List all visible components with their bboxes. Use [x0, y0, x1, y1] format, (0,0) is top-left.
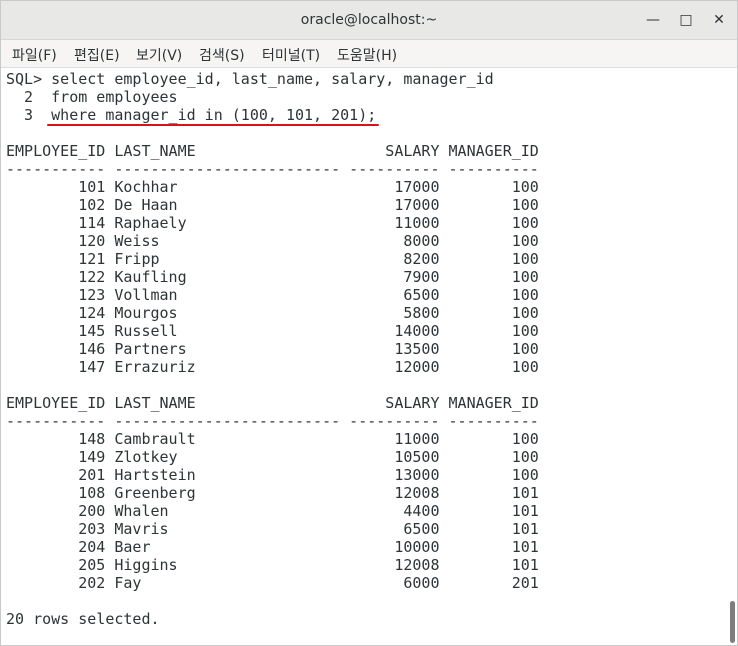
menu-search[interactable]: 검색(S): [199, 45, 245, 65]
close-button[interactable]: ✕: [709, 10, 729, 30]
table-row: 145 Russell 14000 100: [6, 322, 539, 340]
table-row: 146 Partners 13500 100: [6, 340, 539, 358]
column-separator: ----------- ------------------------- --…: [6, 160, 539, 178]
table-row: 203 Mavris 6500 101: [6, 520, 539, 538]
sql-line-2: 2 from employees: [6, 88, 178, 106]
sql-prompt-line: SQL> select employee_id, last_name, sala…: [6, 70, 494, 88]
rows-selected-footer: 20 rows selected.: [6, 610, 160, 628]
menu-file[interactable]: 파일(F): [12, 45, 57, 65]
terminal-window: oracle@localhost:~ — □ ✕ 파일(F) 편집(E) 보기(…: [0, 0, 738, 646]
table-row: 114 Raphaely 11000 100: [6, 214, 539, 232]
menu-edit[interactable]: 편집(E): [74, 45, 120, 65]
table-row: 147 Errazuriz 12000 100: [6, 358, 539, 376]
scrollbar-track[interactable]: [725, 68, 737, 645]
red-underline-annotation: [47, 124, 379, 126]
column-header-2: EMPLOYEE_ID LAST_NAME SALARY MANAGER_ID: [6, 394, 539, 412]
column-separator-2: ----------- ------------------------- --…: [6, 412, 539, 430]
scrollbar-thumb[interactable]: [730, 601, 735, 643]
table-row: 149 Zlotkey 10500 100: [6, 448, 539, 466]
menu-view[interactable]: 보기(V): [136, 45, 182, 65]
table-row: 123 Vollman 6500 100: [6, 286, 539, 304]
table-row: 204 Baer 10000 101: [6, 538, 539, 556]
minimize-button[interactable]: —: [643, 10, 663, 30]
menu-bar: 파일(F) 편집(E) 보기(V) 검색(S) 터미널(T) 도움말(H): [1, 40, 737, 68]
sql-line-3: 3 where manager_id in (100, 101, 201);: [6, 106, 377, 124]
table-row: 101 Kochhar 17000 100: [6, 178, 539, 196]
column-header: EMPLOYEE_ID LAST_NAME SALARY MANAGER_ID: [6, 142, 539, 160]
table-row: 108 Greenberg 12008 101: [6, 484, 539, 502]
table-row: 121 Fripp 8200 100: [6, 250, 539, 268]
terminal-output[interactable]: SQL> select employee_id, last_name, sala…: [1, 68, 725, 645]
table-row: 148 Cambrault 11000 100: [6, 430, 539, 448]
table-row: 102 De Haan 17000 100: [6, 196, 539, 214]
table-row: 200 Whalen 4400 101: [6, 502, 539, 520]
menu-terminal[interactable]: 터미널(T): [262, 45, 320, 65]
table-row: 201 Hartstein 13000 100: [6, 466, 539, 484]
window-title: oracle@localhost:~: [300, 12, 438, 28]
table-row: 205 Higgins 12008 101: [6, 556, 539, 574]
table-row: 124 Mourgos 5800 100: [6, 304, 539, 322]
table-row: 122 Kaufling 7900 100: [6, 268, 539, 286]
title-bar[interactable]: oracle@localhost:~ — □ ✕: [1, 1, 737, 40]
table-row: 120 Weiss 8000 100: [6, 232, 539, 250]
menu-help[interactable]: 도움말(H): [337, 45, 397, 65]
maximize-button[interactable]: □: [676, 10, 696, 30]
table-row: 202 Fay 6000 201: [6, 574, 539, 592]
